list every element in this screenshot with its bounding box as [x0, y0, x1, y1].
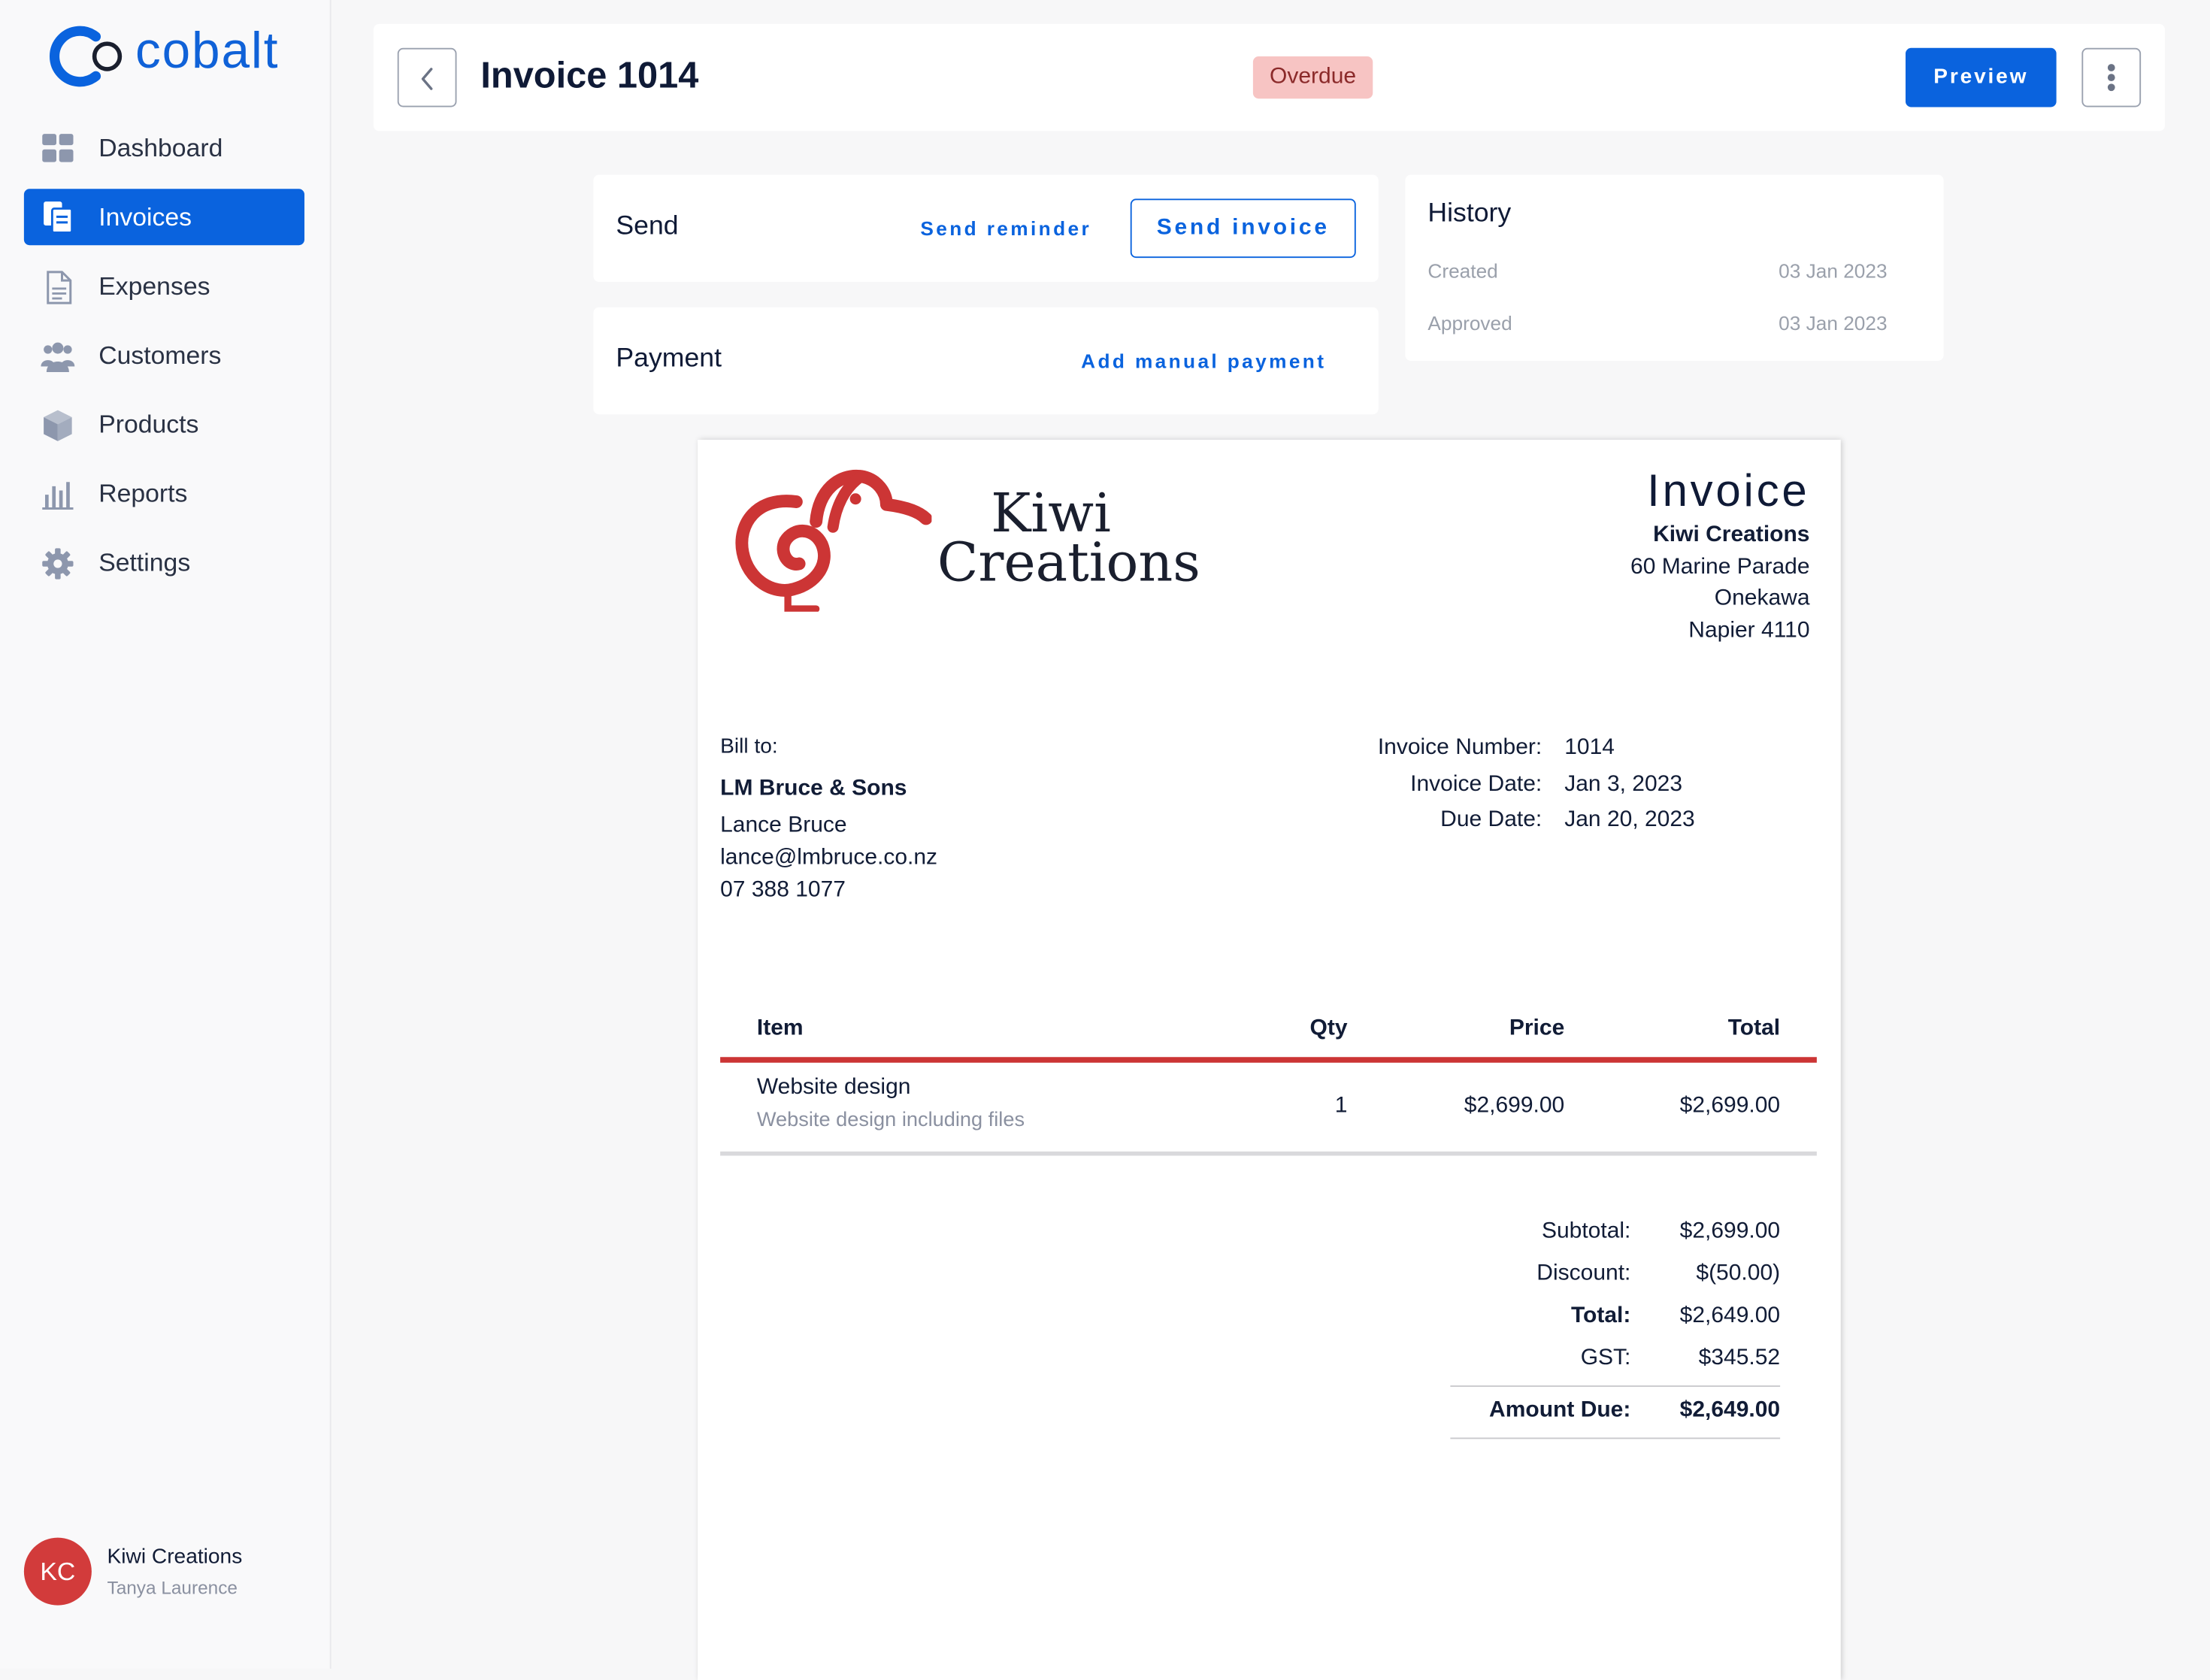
column-header-total: Total	[1727, 1016, 1781, 1040]
document-icon	[47, 271, 72, 304]
add-manual-payment-link[interactable]: Add manual payment	[1081, 350, 1326, 372]
sidebar: cobalt Dashboard Invoices Expenses Custo…	[0, 0, 332, 1669]
line-item-qty: 1	[1334, 1094, 1348, 1118]
invoice-document: Kiwi Creations Invoice Kiwi Creations 60…	[698, 440, 1841, 1680]
page-title: Invoice 1014	[480, 53, 699, 96]
back-button[interactable]	[397, 47, 457, 107]
more-options-button[interactable]	[2081, 47, 2142, 107]
bar-chart-icon	[42, 482, 74, 510]
user-profile[interactable]: KC Kiwi Creations Tanya Laurence	[23, 1537, 306, 1609]
kebab-menu-icon	[2107, 64, 2115, 92]
bill-to-label: Bill to:	[720, 734, 778, 758]
invoice-heading: Invoice	[1647, 465, 1810, 516]
line-item-price: $2,699.00	[1464, 1094, 1565, 1118]
send-reminder-link[interactable]: Send reminder	[920, 217, 1091, 240]
send-invoice-button[interactable]: Send invoice	[1130, 198, 1356, 259]
invoice-icon	[44, 201, 74, 234]
history-card: History Created 03 Jan 2023 Approved 03 …	[1405, 174, 1944, 361]
subtotal-label: Subtotal:	[1541, 1218, 1631, 1243]
discount-value: $(50.00)	[1696, 1261, 1781, 1285]
cobalt-logo-mark-icon	[49, 26, 123, 87]
avatar: KC	[23, 1537, 92, 1606]
company-address-line: 60 Marine Parade	[1630, 555, 1810, 580]
user-name: Kiwi Creations	[107, 1545, 243, 1569]
discount-label: Discount:	[1536, 1261, 1631, 1285]
send-title: Send	[616, 211, 679, 241]
total-label: Total:	[1570, 1303, 1631, 1328]
users-icon	[41, 342, 75, 372]
customer-company: LM Bruce & Sons	[720, 776, 907, 801]
due-date-label: Due Date:	[1440, 807, 1542, 832]
line-item-name: Website design	[756, 1075, 911, 1100]
sidebar-item-label: Dashboard	[98, 134, 223, 162]
kiwi-bird-logo-icon	[735, 469, 932, 612]
chevron-left-icon	[421, 68, 433, 90]
sidebar-item-dashboard[interactable]: Dashboard	[24, 120, 304, 176]
payment-title: Payment	[616, 344, 722, 374]
sidebar-item-products[interactable]: Products	[24, 396, 304, 453]
gst-label: GST:	[1580, 1346, 1631, 1370]
customer-phone: 07 388 1077	[720, 878, 846, 902]
table-bottom-divider	[720, 1151, 1817, 1156]
invoice-date-label: Invoice Date:	[1410, 772, 1542, 797]
sidebar-item-invoices[interactable]: Invoices	[23, 189, 304, 246]
customer-email: lance@lmbruce.co.nz	[720, 846, 938, 870]
history-row-label: Created	[1427, 259, 1498, 282]
subtotal-value: $2,699.00	[1679, 1218, 1781, 1243]
sidebar-item-customers[interactable]: Customers	[24, 327, 304, 383]
sidebar-item-label: Expenses	[98, 271, 210, 301]
sidebar-item-label: Customers	[98, 341, 222, 370]
company-address-line: Napier 4110	[1688, 619, 1810, 643]
logo-text: cobalt	[135, 21, 280, 79]
dashboard-icon	[42, 134, 74, 162]
sidebar-item-label: Invoices	[98, 203, 192, 232]
invoice-date-value: Jan 3, 2023	[1564, 772, 1683, 797]
box-icon	[44, 410, 72, 441]
invoice-number-value: 1014	[1564, 735, 1615, 760]
column-header-qty: Qty	[1309, 1016, 1348, 1040]
table-header-divider	[720, 1057, 1817, 1063]
gear-icon	[42, 548, 74, 580]
history-row-date: 03 Jan 2023	[1779, 259, 1888, 282]
column-header-price: Price	[1509, 1016, 1565, 1040]
history-row-date: 03 Jan 2023	[1779, 311, 1888, 334]
customer-name: Lance Bruce	[720, 813, 847, 837]
gst-value: $345.52	[1698, 1346, 1781, 1370]
history-title: History	[1427, 198, 1512, 229]
sidebar-item-label: Reports	[98, 479, 188, 508]
line-item-total: $2,699.00	[1679, 1094, 1781, 1118]
company-address-line: Onekawa	[1714, 586, 1810, 610]
page-header: Invoice 1014 Overdue Preview	[373, 23, 2165, 132]
column-header-item: Item	[756, 1016, 804, 1040]
invoice-number-label: Invoice Number:	[1377, 735, 1542, 760]
table-row: Website design Website design including …	[698, 1063, 1841, 1153]
cobalt-logo[interactable]: cobalt	[40, 21, 307, 89]
line-item-description: Website design including files	[756, 1109, 1025, 1132]
payment-card: Payment Add manual payment	[593, 307, 1379, 415]
history-row-label: Approved	[1427, 311, 1512, 334]
amount-due-label: Amount Due:	[1489, 1398, 1631, 1422]
logo-word-creations: Creations	[937, 531, 1200, 594]
sidebar-item-expenses[interactable]: Expenses	[24, 258, 304, 314]
amount-due-divider	[1450, 1437, 1781, 1439]
status-badge: Overdue	[1252, 56, 1373, 99]
totals-divider	[1450, 1385, 1781, 1387]
due-date-value: Jan 20, 2023	[1564, 807, 1695, 832]
total-value: $2,649.00	[1679, 1303, 1781, 1328]
amount-due-value: $2,649.00	[1679, 1398, 1781, 1422]
sidebar-item-settings[interactable]: Settings	[24, 534, 304, 591]
send-card: Send Send reminder Send invoice	[593, 174, 1379, 282]
preview-button[interactable]: Preview	[1906, 47, 2057, 107]
sidebar-item-label: Products	[98, 410, 199, 439]
company-name: Kiwi Creations	[1653, 522, 1810, 547]
sidebar-item-reports[interactable]: Reports	[24, 465, 304, 522]
sidebar-item-label: Settings	[98, 548, 191, 577]
user-subtitle: Tanya Laurence	[107, 1577, 238, 1599]
